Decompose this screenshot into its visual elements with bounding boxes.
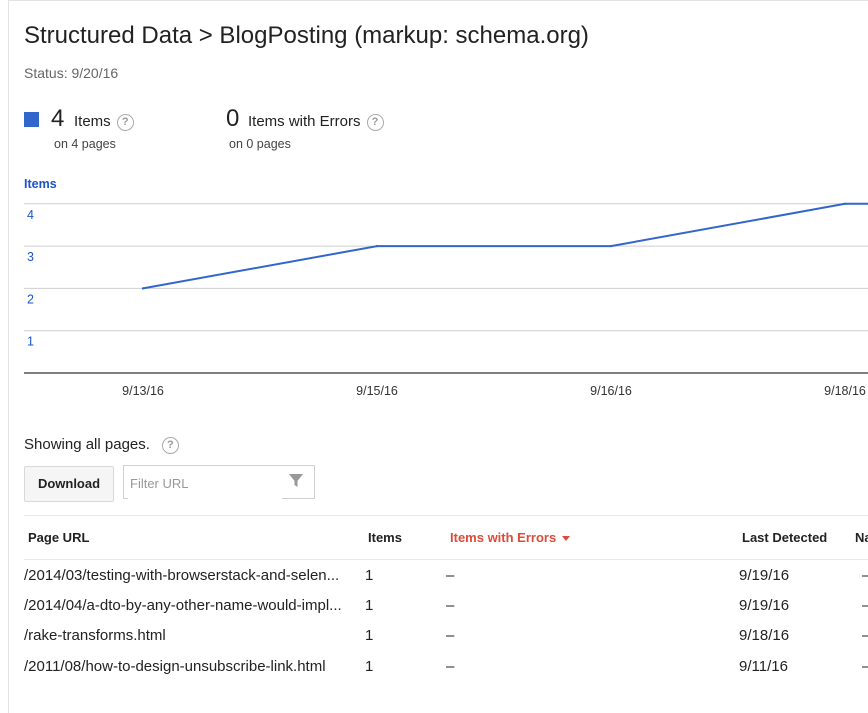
table-top-divider xyxy=(24,515,868,516)
row-extra: – xyxy=(862,597,868,614)
data-point xyxy=(375,244,379,248)
filter-url-input[interactable] xyxy=(128,467,282,499)
data-point xyxy=(609,244,613,248)
data-point xyxy=(843,202,847,205)
row-last-detected: 9/19/16 xyxy=(739,597,790,614)
items-count: 4 xyxy=(51,105,65,132)
row-last-detected: 9/19/16 xyxy=(739,567,790,584)
table-row[interactable]: /2014/03/testing-with-browserstack-and-s… xyxy=(0,567,868,597)
row-items: 1 xyxy=(365,597,374,614)
errors-sub: on 0 pages xyxy=(229,137,291,151)
col-truncated[interactable]: Na xyxy=(855,530,868,545)
filter-url-box xyxy=(123,465,315,499)
x-tick-label: 9/15/16 xyxy=(356,384,398,398)
help-icon[interactable]: ? xyxy=(366,113,384,131)
help-icon[interactable]: ? xyxy=(116,113,134,131)
y-tick-label: 3 xyxy=(27,250,34,264)
col-page-url[interactable]: Page URL xyxy=(28,530,89,545)
table-header-divider xyxy=(24,559,868,560)
y-tick-label: 1 xyxy=(27,335,34,349)
row-errors: – xyxy=(446,597,455,614)
filter-icon[interactable] xyxy=(288,473,304,489)
items-label: Items? xyxy=(74,113,134,131)
series-swatch xyxy=(24,112,39,127)
page-title: Structured Data > BlogPosting (markup: s… xyxy=(24,22,589,49)
x-tick-label: 9/18/16 xyxy=(824,384,866,398)
col-items-with-errors[interactable]: Items with Errors xyxy=(450,530,571,545)
row-errors: – xyxy=(446,567,455,584)
row-extra: – xyxy=(862,658,868,675)
table-row[interactable]: /rake-transforms.html 1 – 9/18/16 – xyxy=(0,627,868,657)
row-url[interactable]: /2014/04/a-dto-by-any-other-name-would-i… xyxy=(24,597,342,614)
errors-count: 0 xyxy=(226,105,240,132)
row-url[interactable]: /2011/08/how-to-design-unsubscribe-link.… xyxy=(24,658,326,675)
items-line-chart: 1 2 3 4 9/13/16 9/15/16 9/16/16 9/18/16 xyxy=(24,202,868,398)
x-tick-label: 9/13/16 xyxy=(122,384,164,398)
data-point xyxy=(141,287,145,290)
items-sub: on 4 pages xyxy=(54,137,116,151)
row-url[interactable]: /rake-transforms.html xyxy=(24,627,166,644)
table-row[interactable]: /2014/04/a-dto-by-any-other-name-would-i… xyxy=(0,597,868,627)
showing-pages-text: Showing all pages.? xyxy=(24,436,179,454)
col-last-detected[interactable]: Last Detected xyxy=(742,530,827,545)
x-tick-label: 9/16/16 xyxy=(590,384,632,398)
col-items[interactable]: Items xyxy=(368,530,402,545)
row-errors: – xyxy=(446,627,455,644)
table-row[interactable]: /2011/08/how-to-design-unsubscribe-link.… xyxy=(0,658,868,688)
download-button[interactable]: Download xyxy=(24,466,114,502)
row-errors: – xyxy=(446,658,455,675)
row-items: 1 xyxy=(365,567,374,584)
y-tick-label: 2 xyxy=(27,292,34,306)
row-items: 1 xyxy=(365,627,374,644)
row-extra: – xyxy=(862,627,868,644)
help-icon[interactable]: ? xyxy=(161,436,179,454)
y-tick-label: 4 xyxy=(27,208,34,222)
sort-desc-icon xyxy=(562,536,571,542)
row-last-detected: 9/18/16 xyxy=(739,627,790,644)
row-extra: – xyxy=(862,567,868,584)
row-items: 1 xyxy=(365,658,374,675)
errors-label: Items with Errors? xyxy=(248,113,384,131)
chart-y-label: Items xyxy=(24,177,57,191)
row-last-detected: 9/11/16 xyxy=(739,658,788,675)
row-url[interactable]: /2014/03/testing-with-browserstack-and-s… xyxy=(24,567,339,584)
status-text: Status: 9/20/16 xyxy=(24,65,119,81)
